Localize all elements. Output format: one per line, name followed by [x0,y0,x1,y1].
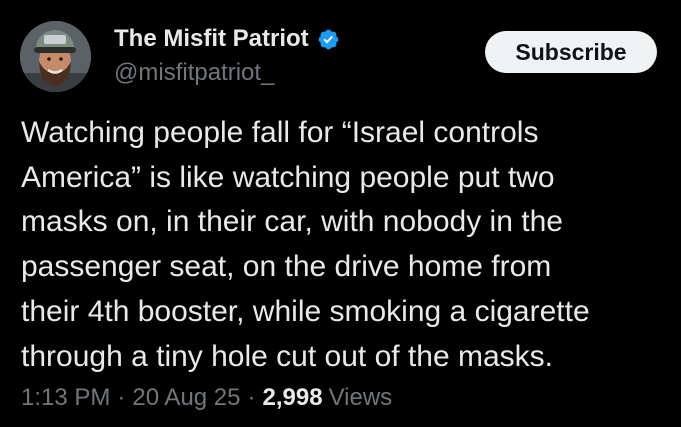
author-display-name[interactable]: The Misfit Patriot [114,22,309,56]
author-name-row: The Misfit Patriot [114,22,340,56]
tweet-text: Watching people fall for “Israel control… [21,116,590,373]
views-count[interactable]: 2,998 [263,384,323,412]
tweet-meta: 1:13 PM · 20 Aug 25 · 2,998 Views [21,380,392,416]
meta-separator: · [117,384,126,411]
meta-separator: · [247,384,256,411]
tweet-time[interactable]: 1:13 PM [21,384,110,412]
avatar-photo [20,21,91,92]
subscribe-button[interactable]: Subscribe [485,31,657,73]
views-label: Views [328,384,393,411]
tweet-card: The Misfit Patriot @misfitpatriot_ Subsc… [0,0,681,427]
tweet-date[interactable]: 20 Aug 25 [132,384,240,412]
author-handle[interactable]: @misfitpatriot_ [114,57,274,89]
avatar[interactable] [20,21,91,92]
verified-badge-icon[interactable] [317,28,340,51]
